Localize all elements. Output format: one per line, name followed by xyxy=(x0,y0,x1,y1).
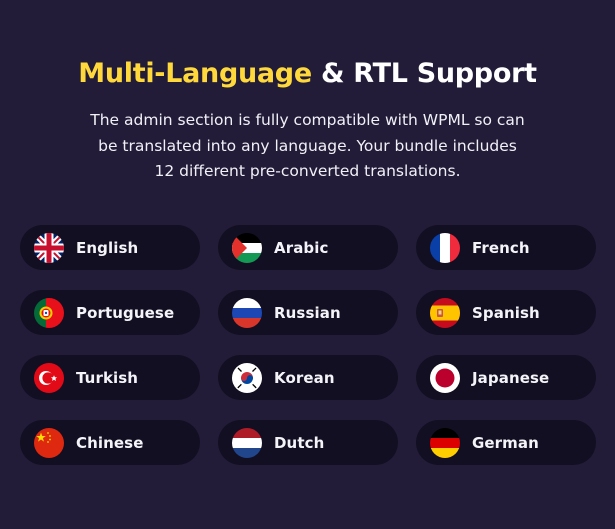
language-item-turkish[interactable]: Turkish xyxy=(20,355,200,400)
title-rest: & RTL Support xyxy=(311,58,537,89)
language-item-english[interactable]: English xyxy=(20,225,200,270)
page-title: Multi-Language & RTL Support xyxy=(0,58,615,89)
language-label: Russian xyxy=(274,303,341,322)
japan-flag-icon xyxy=(430,362,460,393)
language-label: English xyxy=(76,238,139,257)
title-highlight: Multi-Language xyxy=(78,58,312,89)
language-label: Portuguese xyxy=(76,303,175,322)
south-korea-flag-icon xyxy=(232,362,262,393)
language-item-portuguese[interactable]: Portuguese xyxy=(20,290,200,335)
language-item-french[interactable]: French xyxy=(416,225,596,270)
language-item-japanese[interactable]: Japanese xyxy=(416,355,596,400)
language-grid: English Arabic French Portuguese Russian… xyxy=(20,225,596,465)
france-flag-icon xyxy=(430,232,460,263)
description: The admin section is fully compatible wi… xyxy=(60,108,555,185)
description-line: be translated into any language. Your bu… xyxy=(98,136,517,155)
description-line: The admin section is fully compatible wi… xyxy=(90,111,525,129)
language-item-dutch[interactable]: Dutch xyxy=(218,420,398,465)
netherlands-flag-icon xyxy=(232,427,262,458)
language-label: French xyxy=(472,238,530,257)
language-label: Arabic xyxy=(274,238,329,257)
language-label: Japanese xyxy=(472,368,550,387)
germany-flag-icon xyxy=(430,427,460,458)
language-item-spanish[interactable]: Spanish xyxy=(416,290,596,335)
language-item-chinese[interactable]: Chinese xyxy=(20,420,200,465)
language-label: Dutch xyxy=(274,433,325,452)
china-flag-icon xyxy=(34,427,64,458)
palestine-flag-icon xyxy=(232,232,262,263)
russia-flag-icon xyxy=(232,297,262,328)
language-item-arabic[interactable]: Arabic xyxy=(218,225,398,270)
language-label: German xyxy=(472,433,539,452)
language-item-korean[interactable]: Korean xyxy=(218,355,398,400)
description-line: 12 different pre-converted translations. xyxy=(154,162,461,180)
language-item-german[interactable]: German xyxy=(416,420,596,465)
language-label: Chinese xyxy=(76,433,144,452)
spain-flag-icon xyxy=(430,297,460,328)
language-label: Turkish xyxy=(76,368,139,387)
language-item-russian[interactable]: Russian xyxy=(218,290,398,335)
turkey-flag-icon xyxy=(34,362,64,393)
language-label: Korean xyxy=(274,368,335,387)
portugal-flag-icon xyxy=(34,297,64,328)
language-label: Spanish xyxy=(472,303,540,322)
uk-flag-icon xyxy=(34,232,64,263)
